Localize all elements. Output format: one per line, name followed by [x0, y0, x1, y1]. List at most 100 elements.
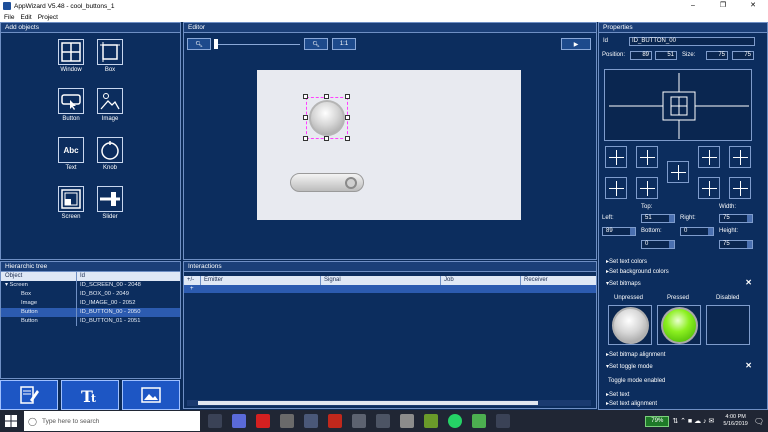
tool-screen[interactable]: Screen	[51, 186, 91, 220]
id-field[interactable]: ID_BUTTON_00	[629, 37, 755, 46]
filezilla-icon[interactable]	[328, 414, 342, 428]
top-field[interactable]: 51	[641, 214, 675, 223]
minimize-button[interactable]: –	[678, 0, 708, 12]
section-text[interactable]: Set text	[606, 391, 629, 398]
bitmap-button[interactable]	[122, 380, 180, 410]
start-button[interactable]	[0, 410, 22, 432]
clock[interactable]: 4:00 PM 5/16/2019	[723, 414, 747, 428]
tree-row[interactable]: Button ID_BUTTON_00 - 2050	[1, 308, 180, 317]
resize-handle[interactable]	[345, 115, 350, 120]
zoom-ratio-button[interactable]: 1:1	[332, 38, 356, 50]
section-bitmaps[interactable]: Set bitmaps	[606, 280, 641, 287]
resize-handle[interactable]	[303, 94, 308, 99]
add-interaction-row[interactable]: +	[184, 285, 596, 293]
tool-knob[interactable]: Knob	[90, 137, 130, 171]
tree-row[interactable]: Button ID_BUTTON_01 - 2051	[1, 317, 180, 326]
anchor-button[interactable]	[729, 177, 751, 199]
col-job[interactable]: Job	[441, 276, 521, 285]
tree-row[interactable]: Image ID_IMAGE_00 - 2052	[1, 299, 180, 308]
task-view-icon[interactable]	[208, 414, 222, 428]
menu-file[interactable]: File	[4, 14, 14, 21]
font-button[interactable]: Tt	[61, 380, 119, 410]
section-text-alignment[interactable]: Set text alignment	[606, 400, 657, 407]
resize-handle[interactable]	[345, 94, 350, 99]
document-icon[interactable]	[424, 414, 438, 428]
notepad-icon[interactable]	[400, 414, 414, 428]
col-receiver[interactable]: Receiver	[521, 276, 596, 285]
left-field[interactable]: 89	[602, 227, 636, 236]
battery-indicator[interactable]: 79%	[645, 415, 670, 427]
bottom-field[interactable]: 0	[641, 240, 675, 249]
zoom-slider-track[interactable]	[216, 44, 300, 45]
menu-project[interactable]: Project	[38, 14, 58, 21]
resize-handle[interactable]	[324, 94, 329, 99]
anchor-button[interactable]	[605, 177, 627, 199]
maximize-button[interactable]: ❐	[708, 0, 738, 12]
green-app-icon[interactable]	[472, 414, 486, 428]
anchor-button[interactable]	[636, 177, 658, 199]
resize-handle[interactable]	[303, 136, 308, 141]
section-bitmap-alignment[interactable]: Set bitmap alignment	[606, 351, 665, 358]
width-field[interactable]: 75	[719, 214, 753, 223]
zoom-out-button[interactable]: 🔍︎	[187, 38, 211, 50]
calculator-icon[interactable]	[352, 414, 366, 428]
col-signal[interactable]: Signal	[321, 276, 441, 285]
notification-icon[interactable]: 🗨︎	[754, 417, 764, 426]
anchor-button[interactable]	[698, 177, 720, 199]
play-button[interactable]: ▶	[561, 38, 591, 50]
search-app-icon[interactable]	[304, 414, 318, 428]
menu-edit[interactable]: Edit	[20, 14, 31, 21]
col-add-remove[interactable]: +/-	[184, 276, 201, 285]
resize-handle[interactable]	[303, 115, 308, 120]
bitmap-unpressed-slot[interactable]	[608, 305, 652, 345]
appwizard-task-icon[interactable]	[232, 414, 246, 428]
tool-box[interactable]: Box	[90, 39, 130, 73]
edit-button[interactable]	[0, 380, 58, 410]
section-toggle-mode[interactable]: Set toggle mode	[606, 363, 653, 370]
bitmap-disabled-slot[interactable]	[706, 305, 750, 345]
picture-icon	[141, 387, 161, 403]
tool-slider[interactable]: Slider	[90, 186, 130, 220]
tree-row[interactable]: ▾ Screen ID_SCREEN_00 - 2048	[1, 281, 180, 290]
round-button-widget[interactable]	[309, 100, 345, 136]
close-bitmaps-icon[interactable]: ✕	[745, 278, 752, 287]
col-emitter[interactable]: Emitter	[201, 276, 321, 285]
anchor-diagram[interactable]	[604, 69, 752, 141]
tree-col-id[interactable]: Id	[77, 272, 180, 281]
pos-x-field[interactable]: 89	[630, 51, 652, 60]
taskbar-app-icon[interactable]	[496, 414, 510, 428]
anchor-button[interactable]	[698, 146, 720, 168]
settings-icon[interactable]	[376, 414, 390, 428]
pos-y-field[interactable]: 51	[655, 51, 677, 60]
anchor-button[interactable]	[667, 161, 689, 183]
tool-text[interactable]: Abc Text	[51, 137, 91, 171]
resize-handle[interactable]	[345, 136, 350, 141]
resize-handle[interactable]	[324, 136, 329, 141]
scrollbar-thumb[interactable]	[198, 401, 538, 405]
close-button[interactable]: ✕	[738, 0, 768, 12]
screen-canvas[interactable]	[257, 70, 521, 220]
tool-window[interactable]: Window	[51, 39, 91, 73]
pdf-reader-icon[interactable]	[256, 414, 270, 428]
section-text-colors[interactable]: Set text colors	[606, 258, 647, 265]
close-toggle-icon[interactable]: ✕	[745, 361, 752, 370]
anchor-button[interactable]	[636, 146, 658, 168]
tree-row[interactable]: Box ID_BOX_00 - 2049	[1, 290, 180, 299]
tool-button[interactable]: Button	[51, 88, 91, 122]
bitmap-pressed-slot[interactable]	[657, 305, 701, 345]
tool-image[interactable]: Image	[90, 88, 130, 122]
anchor-button[interactable]	[729, 146, 751, 168]
right-field[interactable]: 0	[680, 227, 714, 236]
zoom-in-button[interactable]: 🔍︎	[304, 38, 328, 50]
file-explorer-icon[interactable]	[280, 414, 294, 428]
height-field[interactable]: 75	[719, 240, 753, 249]
taskbar-search[interactable]: ◯ Type here to search	[24, 411, 200, 431]
anchor-button[interactable]	[605, 146, 627, 168]
tray-icons[interactable]: ⇅ ⌃ ■ ☁ ♪ ✉	[672, 417, 714, 425]
tree-col-object[interactable]: Object	[1, 272, 77, 281]
whatsapp-icon[interactable]	[448, 414, 462, 428]
size-h-field[interactable]: 75	[732, 51, 754, 60]
zoom-slider-handle[interactable]	[214, 39, 218, 49]
size-w-field[interactable]: 75	[706, 51, 728, 60]
section-background-colors[interactable]: Set background colors	[606, 268, 669, 275]
